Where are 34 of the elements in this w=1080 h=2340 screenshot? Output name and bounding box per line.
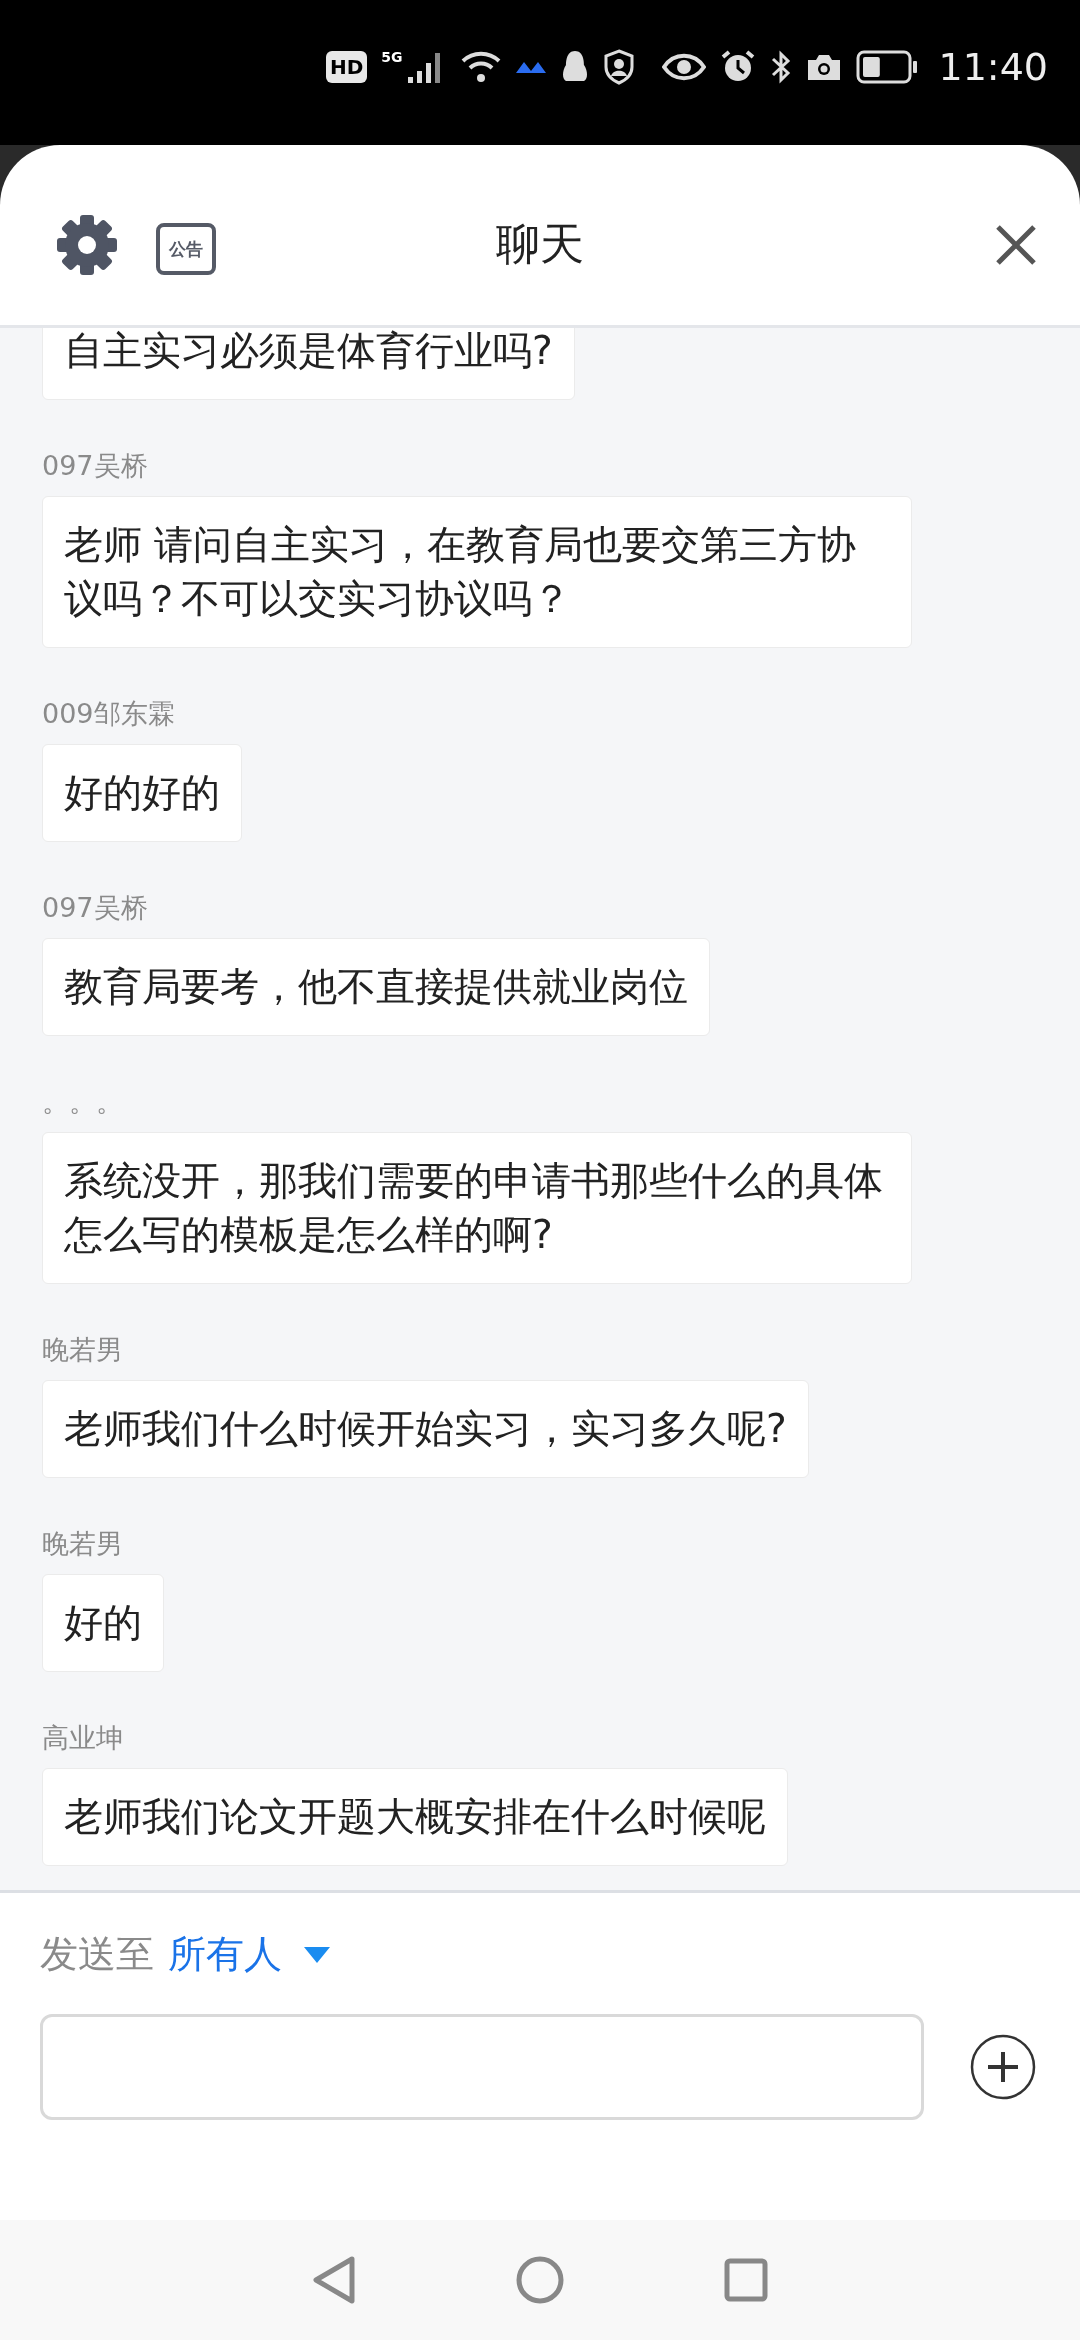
message-bubble: 系统没开，那我们需要的申请书那些什么的具体怎么写的模板是怎么样的啊? (42, 1132, 912, 1284)
message-bubble: 好的好的 (42, 744, 242, 842)
shield-icon (604, 48, 635, 85)
message-bubble: 自主实习必须是体育行业吗? (42, 328, 575, 400)
eye-icon (662, 51, 707, 82)
battery-icon (856, 49, 919, 84)
home-icon[interactable] (516, 2256, 564, 2304)
notice-button[interactable]: 公告 (156, 223, 216, 275)
sender-name: 009邹东霖 (42, 697, 175, 731)
sender-name: 。。。 (42, 1085, 123, 1119)
sender-name: 晚若男 (42, 1333, 123, 1367)
sender-name: 097吴桥 (42, 449, 148, 483)
chat-title: 聊天 (496, 218, 584, 269)
recipient-dropdown[interactable]: 所有人 (168, 1929, 282, 1980)
close-icon[interactable] (994, 223, 1038, 267)
network-label: 5G (381, 48, 403, 65)
sender-name: 097吴桥 (42, 891, 148, 925)
bluetooth-icon (770, 48, 793, 85)
back-icon[interactable] (312, 2255, 356, 2305)
send-to-label: 发送至 (40, 1931, 154, 1978)
add-icon[interactable] (970, 2034, 1036, 2100)
hd-icon: HD (325, 50, 368, 83)
message-bubble: 老师 请问自主实习，在教育局也要交第三方协议吗？不可以交实习协议吗？ (42, 496, 912, 648)
sender-name: 高业坤 (42, 1721, 123, 1755)
sender-name: 晚若男 (42, 1527, 123, 1561)
recents-icon[interactable] (724, 2258, 768, 2302)
message-bubble: 教育局要考，他不直接提供就业岗位 (42, 938, 710, 1036)
message-bubble: 好的 (42, 1574, 164, 1672)
clock-time: 11:40 (938, 44, 1048, 89)
message-bubble: 老师我们论文开题大概安排在什么时候呢 (42, 1768, 788, 1866)
dropdown-caret-icon[interactable] (304, 1946, 330, 1963)
message-bubble: 老师我们什么时候开始实习，实习多久呢? (42, 1380, 809, 1478)
settings-icon[interactable] (56, 214, 118, 276)
message-input-field[interactable] (40, 2014, 924, 2120)
